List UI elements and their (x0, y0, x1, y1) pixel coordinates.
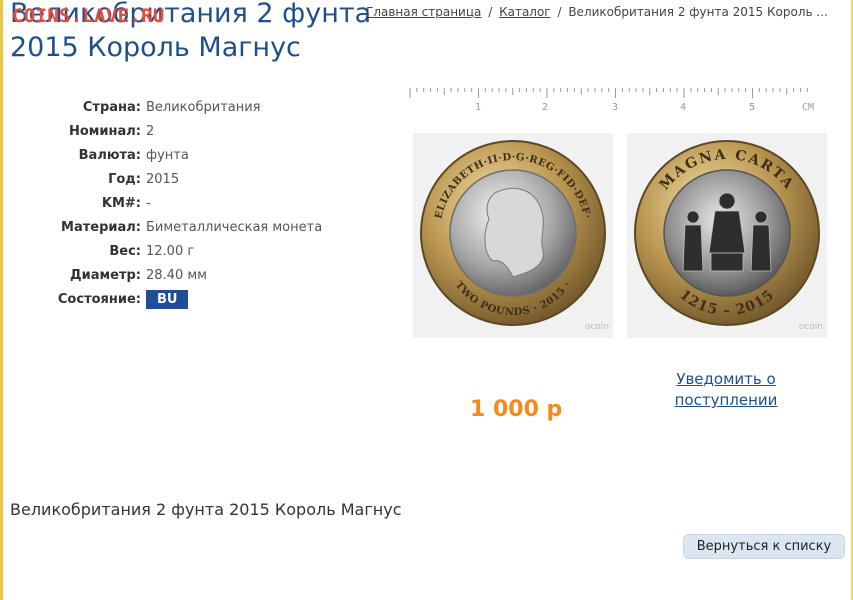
ruler-tick-label: 2 (542, 102, 548, 113)
breadcrumb-catalog-link[interactable]: Каталог (499, 5, 551, 19)
ruler-tick-label: 1 (475, 102, 481, 113)
spec-row-km: KM#: - (20, 191, 322, 215)
spec-value: - (146, 195, 151, 211)
spec-row-condition: Состояние: BU (20, 287, 322, 311)
coin-obverse-image[interactable]: ELIZABETH·II·D·G·REG·FID·DEF· TWO POUNDS… (413, 133, 613, 338)
spec-label: Вес: (109, 243, 141, 259)
ruler-icon: 1 2 3 4 5 СМ (409, 88, 814, 113)
spec-label: Год: (108, 171, 141, 187)
spec-value: 2015 (146, 171, 180, 187)
ruler-unit-label: СМ (802, 102, 814, 113)
coin-obverse-drawing: ELIZABETH·II·D·G·REG·FID·DEF· TWO POUNDS… (420, 140, 609, 332)
spec-row-diameter: Диаметр: 28.40 мм (20, 263, 322, 287)
spec-value: фунта (146, 147, 189, 163)
back-to-list-button[interactable]: Вернуться к списку (683, 534, 845, 559)
breadcrumb-separator: / (557, 5, 562, 19)
condition-badge: BU (146, 289, 189, 309)
spec-value: 12.00 г (146, 243, 195, 259)
spec-label: Страна: (82, 99, 141, 115)
spec-value: 28.40 мм (146, 267, 207, 283)
ruler-tick-label: 4 (680, 102, 686, 113)
spec-row-material: Материал: Биметаллическая монета (20, 215, 322, 239)
spec-label: Материал: (61, 219, 141, 235)
breadcrumb: Главная страница / Каталог / Великобрита… (366, 5, 828, 19)
breadcrumb-home-link[interactable]: Главная страница (366, 5, 481, 19)
coin-reverse-image[interactable]: MAGNA CARTA 1215 – 2015 ocoin (627, 133, 827, 338)
spec-row-denomination: Номинал: 2 (20, 119, 322, 143)
ruler-tick-label: 3 (612, 102, 618, 113)
ruler-tick-label: 5 (749, 102, 755, 113)
price: 1 000 р (470, 397, 563, 422)
left-border-strip (0, 0, 3, 600)
reverse-credit-watermark: ocoin (799, 322, 823, 332)
breadcrumb-current: Великобритания 2 фунта 2015 Король ... (568, 5, 828, 19)
item-description: Великобритания 2 фунта 2015 Король Магну… (10, 500, 402, 519)
coin-reverse-drawing: MAGNA CARTA 1215 – 2015 ocoin (634, 140, 823, 332)
notify-availability-link[interactable]: Уведомить о поступлении (668, 369, 784, 411)
spec-label: Номинал: (68, 123, 141, 139)
site-watermark: COINS.LAVE.RU (12, 5, 165, 27)
breadcrumb-separator: / (488, 5, 493, 19)
spec-value: 2 (146, 123, 155, 139)
spec-row-country: Страна: Великобритания (20, 95, 322, 119)
spec-label: KM#: (101, 195, 141, 211)
spec-label: Диаметр: (70, 267, 141, 283)
spec-row-weight: Вес: 12.00 г (20, 239, 322, 263)
spec-row-currency: Валюта: фунта (20, 143, 322, 167)
spec-value: Биметаллическая монета (146, 219, 323, 235)
spec-row-year: Год: 2015 (20, 167, 322, 191)
coin-specs: Страна: Великобритания Номинал: 2 Валюта… (20, 95, 322, 311)
spec-value: Великобритания (146, 99, 261, 115)
obverse-credit-watermark: ocoin (585, 322, 609, 332)
spec-label: Состояние: (57, 291, 141, 307)
spec-label: Валюта: (78, 147, 141, 163)
